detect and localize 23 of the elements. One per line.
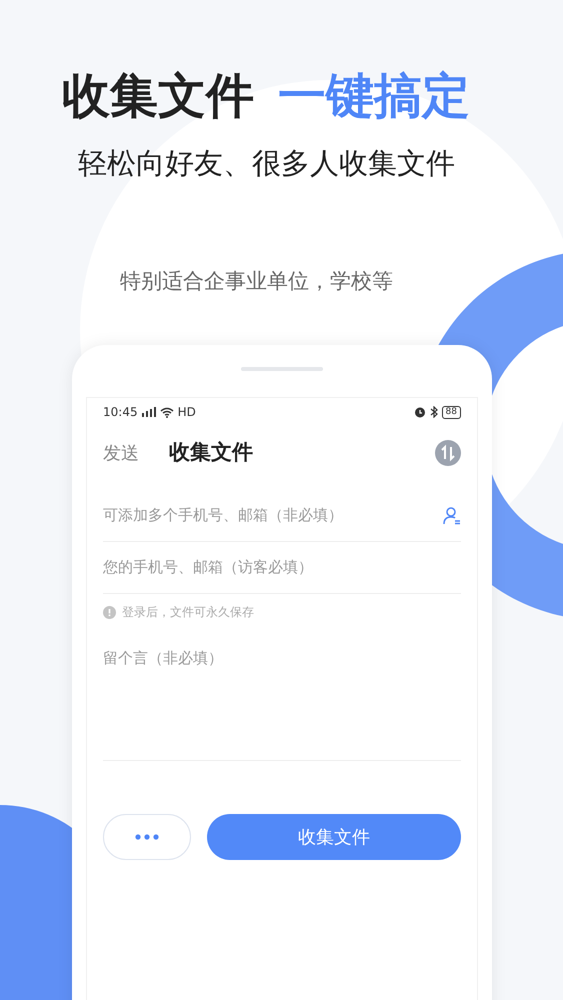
input-field[interactable]: 可添加多个手机号、邮箱（非必填） xyxy=(103,504,443,527)
input-field[interactable]: 您的手机号、邮箱（访客必填） xyxy=(103,556,461,579)
headline-highlight: 一键搞定 xyxy=(278,72,470,120)
tagline: 特别适合企事业单位，学校等 xyxy=(119,268,394,294)
headline-title: 收集文件 xyxy=(62,72,254,120)
more-icon xyxy=(135,834,159,840)
signal-icon xyxy=(142,407,156,417)
battery-indicator: 88 xyxy=(442,406,461,418)
page-title: 收集文件 xyxy=(169,439,253,466)
swap-icon[interactable] xyxy=(435,440,461,466)
network-label: HD xyxy=(178,404,196,421)
subtitle: 轻松向好友、很多人收集文件 xyxy=(77,145,456,182)
contacts-icon[interactable] xyxy=(443,506,461,524)
info-icon xyxy=(103,606,116,618)
send-tab[interactable]: 发送 xyxy=(103,440,139,466)
bluetooth-icon xyxy=(430,406,438,418)
status-time: 10:45 xyxy=(103,404,138,421)
notice-text: 登录后，文件可永久保存 xyxy=(122,604,254,621)
message-field[interactable]: 留个言（非必填） xyxy=(103,647,461,761)
more-button[interactable] xyxy=(103,814,191,860)
alarm-icon xyxy=(414,406,426,418)
collect-files-button[interactable]: 收集文件 xyxy=(207,814,461,860)
wifi-icon xyxy=(160,406,174,418)
